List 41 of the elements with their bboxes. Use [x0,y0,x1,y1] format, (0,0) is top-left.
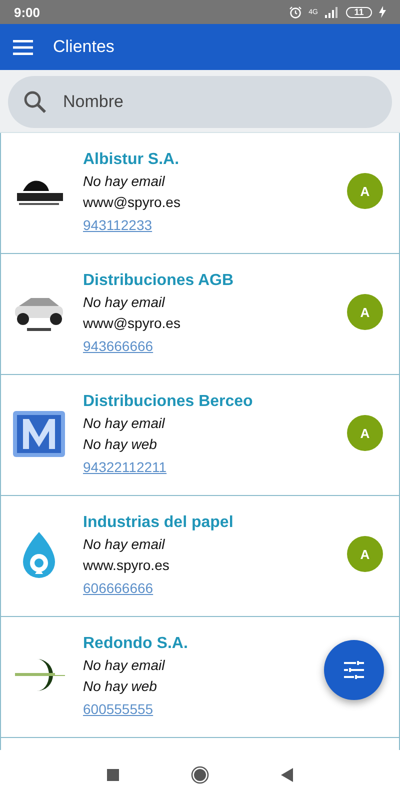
status-badge: A [347,536,383,572]
client-name: Redondo S.A. [83,634,188,654]
alarm-icon [288,6,302,18]
signal-icon [325,6,339,18]
home-button[interactable] [191,766,209,784]
phone-link[interactable]: 94322112211 [83,455,167,480]
email-text: No hay email [83,293,165,312]
sliders-icon [344,661,364,679]
email-text: No hay email [83,414,165,433]
battery-icon: 11 [346,6,372,18]
triangle-icon [281,768,293,782]
menu-icon [13,40,33,54]
web-text: No hay web [83,435,157,454]
phone-link[interactable]: 606666666 [83,576,154,601]
web-text: No hay web [83,677,157,696]
status-badge: A [347,294,383,330]
clock-time: 9:00 [14,4,40,20]
client-name: Distribuciones Berceo [83,392,253,412]
filter-button[interactable] [324,640,384,700]
charging-icon [379,6,386,18]
web-text: www@spyro.es [83,314,180,333]
phone-link[interactable]: 600555555 [83,697,154,722]
status-badge: A [347,415,383,451]
app-title: Clientes [53,37,114,57]
email-text: No hay email [83,172,165,191]
phone-link[interactable]: 943666666 [83,334,154,359]
circle-icon [191,766,209,784]
search-bar[interactable]: Nombre [8,76,392,128]
client-name: Albistur S.A. [83,150,180,170]
client-name: Distribuciones AGB [83,271,234,291]
back-button[interactable] [281,768,293,782]
phone-link[interactable]: 943112233 [83,213,152,238]
square-icon [107,769,119,781]
status-badge: A [347,173,383,209]
email-text: No hay email [83,535,165,554]
web-text: www.spyro.es [83,556,170,575]
web-text: www@spyro.es [83,193,180,212]
search-icon [23,90,47,114]
email-text: No hay email [83,656,165,675]
client-name: Industrias del papel [83,513,234,533]
menu-button[interactable] [13,40,33,54]
